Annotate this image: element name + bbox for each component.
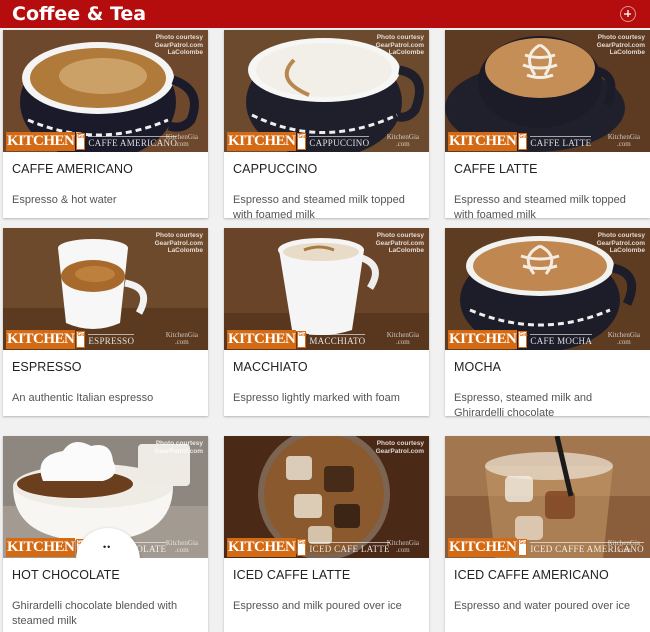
variety-label: MACCHIATO	[309, 333, 366, 346]
kitchen-gia-logo: KITCHEN Gia CAFFE AMERICANO	[6, 132, 178, 151]
drink-name: CAFFE LATTE	[454, 162, 538, 176]
drink-photo: Photo courtesy GearPatrol.com KitchenGia.…	[3, 436, 208, 558]
drink-name: MOCHA	[454, 360, 502, 374]
kitchen-gia-logo: KITCHEN Gia CAPPUCCINO	[227, 132, 370, 151]
drink-photo: Photo courtesy GearPatrol.com LaColombe Ki…	[445, 30, 650, 152]
drink-photo: Photo courtesy GearPatrol.com LaColombe Ki…	[3, 30, 208, 152]
drink-name: ICED CAFFE LATTE	[233, 568, 351, 582]
photo-credit: Photo courtesy GearPatrol.com LaColombe	[596, 232, 645, 254]
drink-name: MACCHIATO	[233, 360, 308, 374]
menu-card[interactable]: Photo courtesy GearPatrol.com LaColombe Ki…	[445, 30, 650, 218]
drink-description: Ghirardelli chocolate blended with steam…	[12, 600, 178, 627]
drink-name: CAFFE AMERICANO	[12, 162, 133, 176]
more-dots-icon: ••	[103, 542, 112, 552]
drink-photo: Photo courtesy GearPatrol.com LaColombe Ki…	[224, 30, 429, 152]
drink-photo: Photo courtesy GearPatrol.com KitchenGia.…	[224, 436, 429, 558]
menu-card[interactable]: Photo courtesy GearPatrol.com KitchenGia.…	[224, 436, 429, 632]
menu-card[interactable]: Photo courtesy GearPatrol.com LaColombe Ki…	[3, 30, 208, 218]
add-circle-icon[interactable]	[620, 6, 636, 22]
site-watermark: KitchenGia .com	[607, 133, 640, 148]
variety-label: ICED CAFFE AMERICANO	[530, 541, 644, 554]
photo-credit: Photo courtesy GearPatrol.com	[154, 440, 203, 455]
app-header: Coffee & Tea	[0, 0, 650, 28]
menu-card[interactable]: KitchenGia .com KITCHEN Gia ICED CAFFE AME…	[445, 436, 650, 632]
photo-credit: Photo courtesy GearPatrol.com LaColombe	[375, 34, 424, 56]
drink-description: Espresso, steamed milk and Ghirardelli c…	[454, 392, 593, 416]
photo-credit: Photo courtesy GearPatrol.com LaColombe	[154, 34, 203, 56]
site-watermark: KitchenGia .com	[165, 539, 198, 554]
site-watermark: KitchenGia .com	[386, 133, 419, 148]
drink-description: Espresso and water poured over ice	[454, 600, 631, 612]
kitchen-gia-logo: KITCHEN Gia MACCHIATO	[227, 330, 366, 349]
kitchen-gia-logo: KITCHEN Gia ICED CAFE LATTE	[227, 538, 390, 557]
drink-photo: Photo courtesy GearPatrol.com LaColombe Ki…	[3, 228, 208, 350]
drink-name: CAPPUCCINO	[233, 162, 318, 176]
kitchen-gia-logo: KITCHEN Gia ICED CAFFE AMERICANO	[448, 538, 644, 557]
drink-description: Espresso and steamed milk topped with fo…	[233, 194, 405, 218]
site-watermark: KitchenGia .com	[386, 539, 419, 554]
variety-label: ESPRESSO	[88, 333, 135, 346]
drink-description: Espresso and steamed milk topped with fo…	[454, 194, 626, 218]
drink-name: ESPRESSO	[12, 360, 82, 374]
photo-credit: Photo courtesy GearPatrol.com	[375, 440, 424, 455]
kitchen-gia-logo: KITCHEN Gia CAFFE LATTE	[448, 132, 592, 151]
variety-label: CAFFE LATTE	[530, 135, 592, 148]
kitchen-gia-logo: KITCHEN Gia ESPRESSO	[6, 330, 135, 349]
drink-description: An authentic Italian espresso	[12, 392, 154, 404]
menu-card[interactable]: Photo courtesy GearPatrol.com KitchenGia.…	[3, 436, 208, 632]
drink-description: Espresso and milk poured over ice	[233, 600, 402, 612]
site-watermark: KitchenGia .com	[386, 331, 419, 346]
site-watermark: KitchenGia .com	[165, 331, 198, 346]
drink-description: Espresso lightly marked with foam	[233, 392, 400, 404]
menu-card[interactable]: Photo courtesy GearPatrol.com LaColombe Ki…	[445, 228, 650, 416]
menu-card[interactable]: Photo courtesy GearPatrol.com LaColombe Ki…	[224, 228, 429, 416]
menu-card[interactable]: Photo courtesy GearPatrol.com LaColombe Ki…	[224, 30, 429, 218]
variety-label: CAPPUCCINO	[309, 135, 370, 148]
photo-credit: Photo courtesy GearPatrol.com LaColombe	[596, 34, 645, 56]
site-watermark: KitchenGia .com	[607, 331, 640, 346]
drink-photo: Photo courtesy GearPatrol.com LaColombe Ki…	[445, 228, 650, 350]
photo-credit: Photo courtesy GearPatrol.com LaColombe	[154, 232, 203, 254]
drink-photo: KitchenGia .com KITCHEN Gia ICED CAFFE AME…	[445, 436, 650, 558]
page-title: Coffee & Tea	[12, 3, 147, 25]
drink-name: HOT CHOCOLATE	[12, 568, 120, 582]
photo-credit: Photo courtesy GearPatrol.com LaColombe	[375, 232, 424, 254]
variety-label: CAFE MOCHA	[530, 333, 593, 346]
drink-name: ICED CAFFE AMERICANO	[454, 568, 609, 582]
variety-label: ICED CAFE LATTE	[309, 541, 390, 554]
drink-photo: Photo courtesy GearPatrol.com LaColombe Ki…	[224, 228, 429, 350]
kitchen-gia-logo: KITCHEN Gia CAFE MOCHA	[448, 330, 593, 349]
menu-card[interactable]: Photo courtesy GearPatrol.com LaColombe Ki…	[3, 228, 208, 416]
drink-description: Espresso & hot water	[12, 194, 117, 206]
variety-label: CAFFE AMERICANO	[88, 135, 178, 148]
